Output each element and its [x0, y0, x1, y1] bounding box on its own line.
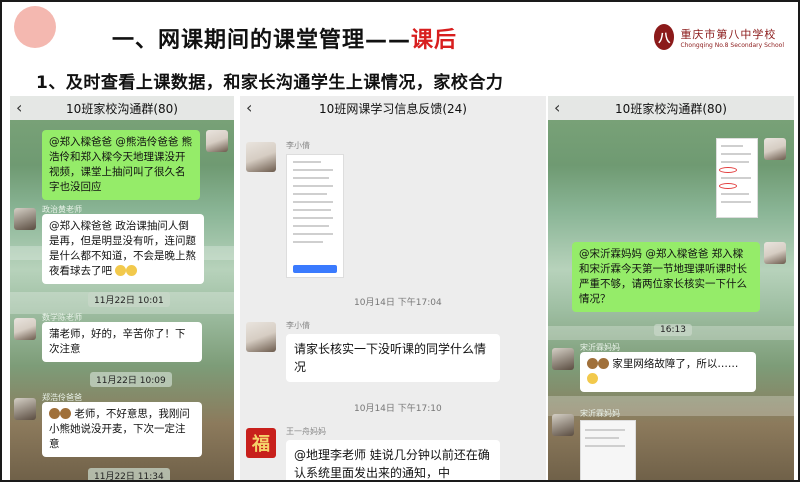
chat-message: @地理李老师 娃说几分钟以前还在确认系统里面发出来的通知，中: [286, 440, 500, 480]
chat-screenshot-1: ‹ 10班家校沟通群(80) @郑入樑爸爸 @熊浩伶爸爸 熊浩伶和郑入樑今天地理…: [10, 96, 234, 480]
decorative-circle: [14, 6, 56, 48]
fu-avatar-icon: 福: [246, 428, 276, 458]
chat-header: ‹ 10班网课学习信息反馈(24): [240, 96, 546, 120]
emoji-icon: [587, 373, 598, 384]
chat-header: ‹ 10班家校沟通群(80): [10, 96, 234, 120]
sender-avatar: [14, 208, 36, 230]
sender-avatar: [552, 414, 574, 436]
emoji-icon: [115, 265, 127, 276]
page-title: 一、网课期间的课堂管理—— 课后: [112, 20, 457, 56]
message-text: 家里网络故障了，所以……: [612, 358, 739, 370]
sender-avatar: [246, 142, 276, 172]
sender-name: 王一舟妈妈: [286, 427, 326, 436]
shared-image[interactable]: [580, 420, 636, 480]
chat-message: @宋沂霖妈妈 @郑入樑爸爸 郑入樑和宋沂霖今天第一节地理课听课时长严重不够，请两…: [572, 242, 760, 312]
timestamp: 16:13: [654, 324, 692, 336]
title-main: 一、网课期间的课堂管理——: [112, 28, 412, 53]
timestamp: 11月22日 10:01: [88, 292, 170, 307]
sender-avatar: [246, 322, 276, 352]
timestamp: 10月14日 下午17:10: [354, 404, 442, 414]
sender-avatar: [14, 398, 36, 420]
chat-message: 请家长核实一下没听课的同学什么情况: [286, 334, 500, 382]
chat-message: 蒲老师，好的，辛苦你了！下次注意: [42, 322, 202, 362]
sender-name: 宋沂霖妈妈: [580, 409, 620, 418]
teacher-avatar: [764, 242, 786, 264]
timestamp: 10月14日 下午17:04: [354, 298, 442, 308]
mention-emoji-icon: [587, 358, 609, 370]
slide: 一、网课期间的课堂管理—— 课后 八 重庆市第八中学校 Chongqing No…: [0, 0, 800, 482]
shared-image[interactable]: [286, 154, 344, 278]
school-logo: 八 重庆市第八中学校 Chongqing No.8 Secondary Scho…: [654, 20, 784, 54]
back-icon[interactable]: ‹: [16, 98, 22, 117]
chat-message: @郑入樑爸爸 政治课抽问人倒是再，但是明显没有听，连问题是什么都不知道，不会是晚…: [42, 214, 204, 284]
shared-image[interactable]: [716, 138, 758, 218]
sender-avatar: [14, 318, 36, 340]
timestamp: 11月22日 11:34: [88, 468, 170, 480]
chat-header: ‹ 10班家校沟通群(80): [548, 96, 794, 120]
sender-name: 李小倩: [286, 141, 310, 150]
back-icon[interactable]: ‹: [554, 98, 560, 117]
logo-english-name: Chongqing No.8 Secondary School: [680, 41, 784, 49]
chat-title: 10班家校沟通群(80): [66, 101, 178, 116]
chat-screenshot-3: ‹ 10班家校沟通群(80) @宋沂霖妈妈 @郑入樑爸爸 郑入樑和宋沂霖今天第一…: [548, 96, 794, 480]
chat-message: @郑入樑爸爸 @熊浩伶爸爸 熊浩伶和郑入樑今天地理课没开视频，课堂上抽问叫了很久…: [42, 130, 200, 200]
school-seal-icon: 八: [654, 24, 675, 50]
chat-title: 10班家校沟通群(80): [615, 101, 727, 116]
teacher-avatar: [764, 138, 786, 160]
logo-chinese-name: 重庆市第八中学校: [680, 27, 777, 41]
sender-name: 李小倩: [286, 321, 310, 330]
emoji-icon: [126, 265, 138, 276]
teacher-avatar: [206, 130, 228, 152]
timestamp: 11月22日 10:09: [90, 372, 172, 387]
subtitle: 1、及时查看上课数据，和家长沟通学生上课情况，家校合力: [36, 73, 504, 93]
chat-title: 10班网课学习信息反馈(24): [319, 101, 467, 116]
message-text: 老师，不好意思，我刚问小熊她说没开麦，下次一定注意: [49, 408, 190, 450]
title-highlight: 课后: [411, 28, 458, 53]
chat-message: 家里网络故障了，所以……: [580, 352, 756, 392]
back-icon[interactable]: ‹: [246, 98, 252, 117]
chat-screenshot-2: ‹ 10班网课学习信息反馈(24) 李小倩 10月14日 下午17:04 李小倩…: [240, 96, 546, 480]
sender-avatar: [552, 348, 574, 370]
chat-message: 老师，不好意思，我刚问小熊她说没开麦，下次一定注意: [42, 402, 202, 457]
emoji-icon: [49, 408, 71, 420]
